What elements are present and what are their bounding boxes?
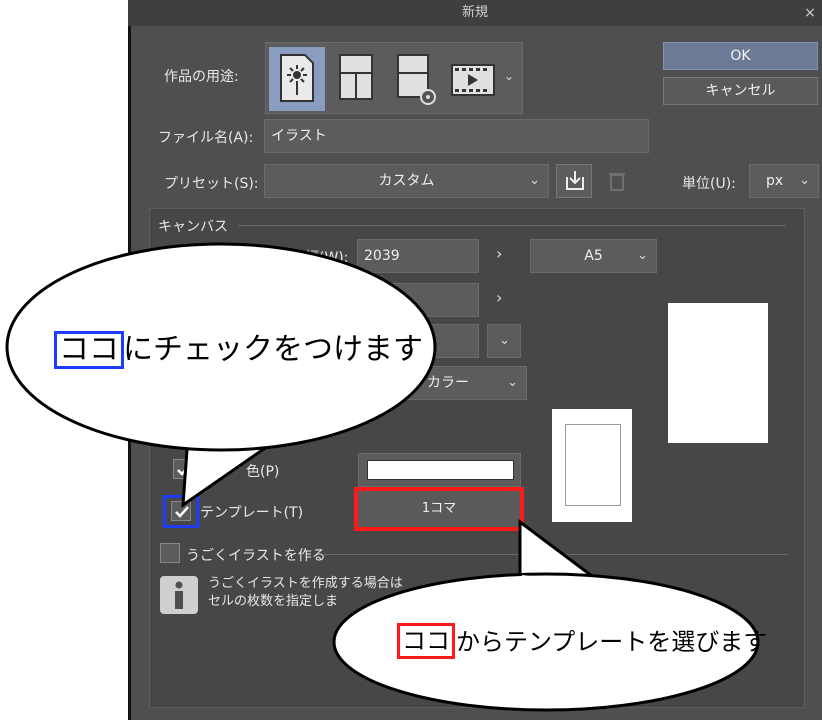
callout2-highlight: ココ [402, 627, 450, 655]
callout1-highlight-box: ココ [54, 331, 124, 369]
callout2-text: からテンプレートを選びます [456, 628, 768, 656]
callout1-highlight: ココ [59, 332, 119, 367]
callout1-text: にチェックをつけます [123, 332, 423, 367]
callout2-highlight-box: ココ [397, 623, 455, 659]
